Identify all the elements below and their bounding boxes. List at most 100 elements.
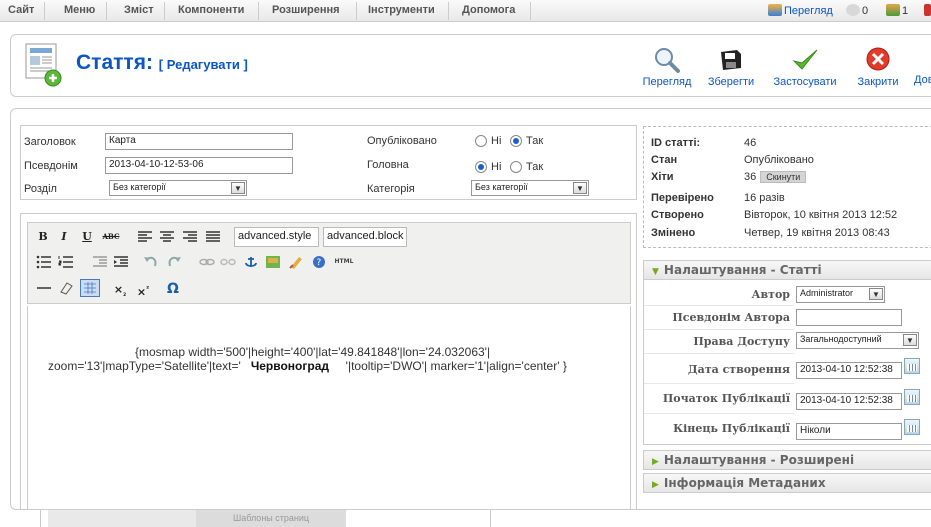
align-right-icon[interactable] [182, 230, 198, 244]
align-justify-icon[interactable] [205, 230, 221, 244]
preview-site-link[interactable]: Перегляд [768, 4, 833, 17]
users-count[interactable]: 1 [886, 4, 908, 17]
published-yes-radio[interactable]: Так [510, 135, 543, 147]
access-select-value: Загальнодоступний [800, 334, 882, 344]
author-select[interactable]: Administrator ▼ [796, 286, 885, 303]
users-icon [886, 4, 900, 16]
frontpage-yes-radio[interactable]: Так [510, 161, 543, 173]
subscript-button[interactable]: ×₂ [113, 281, 127, 299]
menu-components[interactable]: Компоненти [178, 4, 244, 16]
anchor-icon[interactable] [243, 255, 259, 269]
link-icon[interactable] [199, 255, 215, 269]
state-label: Стан [651, 154, 678, 166]
logout-icon[interactable] [924, 4, 931, 17]
outdent-icon[interactable] [92, 255, 108, 269]
divider [644, 413, 794, 414]
help-button[interactable]: Довідка [914, 46, 931, 86]
editor-text-segment: zoom='13'|mapType='Satellite'|text=' [48, 359, 241, 373]
article-params-header[interactable]: ▼ Налаштування - Статті [643, 260, 931, 280]
title-label: Заголовок [24, 136, 76, 148]
triangle-right-icon: ▶ [652, 457, 659, 467]
menu-extensions[interactable]: Розширення [272, 4, 340, 16]
preview-site-label: Перегляд [784, 5, 833, 17]
cleanup-icon[interactable] [288, 255, 304, 269]
horizontal-rule-icon[interactable] [36, 281, 52, 295]
alias-input[interactable]: 2013-04-10-12-53-06 [105, 157, 293, 174]
superscript-button[interactable]: ×² [136, 280, 150, 299]
save-button-label: Зберегти [707, 76, 755, 88]
block-format-select[interactable]: advanced.block [323, 227, 407, 247]
editor-text-line: {mosmap width='500'|height='400'|lat='49… [135, 345, 491, 359]
apply-button[interactable]: Застосувати [768, 46, 842, 88]
section-select[interactable]: Без категорії ▼ [109, 180, 247, 196]
style-select[interactable]: advanced.style [234, 227, 319, 247]
image-icon[interactable] [265, 255, 281, 269]
hits-value: 36 [744, 171, 757, 183]
special-char-button[interactable]: Ω [165, 280, 181, 298]
metadata-title: Інформація Метаданих [663, 476, 826, 490]
messages-count[interactable]: 0 [846, 4, 868, 17]
calendar-icon[interactable] [904, 419, 920, 435]
italic-button[interactable]: I [57, 228, 71, 246]
menu-separator [44, 2, 45, 20]
author-select-value: Administrator [800, 288, 854, 298]
editor-text-segment: '|tooltip='DWO'| marker='1'|align='cente… [345, 359, 567, 373]
underline-button[interactable]: U [80, 228, 94, 246]
metadata-header[interactable]: ▶ Інформація Метаданих [643, 473, 931, 493]
menu-tools[interactable]: Інструменти [368, 4, 435, 16]
section-select-value: Без категорії [113, 182, 166, 192]
article-params-title: Налаштування - Статті [663, 263, 822, 277]
redo-icon[interactable] [166, 255, 182, 269]
numbered-list-icon[interactable] [58, 255, 74, 269]
close-button-label: Закрити [857, 76, 899, 88]
divider [490, 510, 491, 527]
frontpage-no-radio[interactable]: Ні [475, 161, 501, 173]
visual-aid-icon[interactable] [80, 279, 100, 297]
published-no-radio[interactable]: Ні [475, 135, 501, 147]
bullet-list-icon[interactable] [36, 255, 52, 269]
title-input[interactable]: Карта [105, 133, 293, 150]
unlink-icon[interactable] [220, 255, 236, 269]
advanced-params-header[interactable]: ▶ Налаштування - Розширені [643, 450, 931, 470]
menu-separator [164, 2, 165, 20]
created-label: Створено [651, 209, 704, 221]
author-alias-input[interactable] [796, 309, 902, 326]
menu-site[interactable]: Сайт [8, 4, 34, 16]
help-icon [914, 46, 931, 74]
align-center-icon[interactable] [159, 230, 175, 244]
publish-up-input[interactable]: 2013-04-10 12:52:38 [796, 393, 902, 410]
close-button[interactable]: Закрити [855, 46, 901, 88]
editor-content-area[interactable] [27, 306, 631, 510]
menu-content[interactable]: Зміст [124, 4, 154, 16]
editor-text-bold: Червоноград [250, 359, 329, 373]
strikethrough-button[interactable]: ABC [101, 228, 121, 246]
help-icon[interactable]: ? [311, 255, 327, 269]
menu-help[interactable]: Допомога [462, 4, 515, 16]
preview-button[interactable]: Перегляд [642, 46, 692, 88]
radio-label: Ні [491, 135, 502, 147]
access-select[interactable]: Загальнодоступний ▼ [796, 332, 919, 349]
help-button-label: Довідка [914, 74, 931, 86]
undo-icon[interactable] [143, 255, 159, 269]
bold-button[interactable]: B [36, 228, 50, 246]
indent-icon[interactable] [113, 255, 129, 269]
category-label: Категорія [367, 183, 415, 195]
chevron-down-icon: ▼ [231, 182, 245, 194]
reset-hits-button[interactable]: Скинути [760, 171, 807, 183]
divider [644, 383, 794, 384]
created-date-input[interactable]: 2013-04-10 12:52:38 [796, 362, 902, 379]
menu-separator [530, 2, 531, 20]
alias-label: Псевдонім [24, 160, 78, 172]
html-source-button[interactable]: HTML [331, 253, 357, 271]
bottom-block [48, 510, 196, 527]
menu-menus[interactable]: Меню [64, 4, 95, 16]
save-button[interactable]: Зберегти [705, 46, 757, 88]
menu-separator [106, 2, 107, 20]
calendar-icon[interactable] [904, 389, 920, 405]
calendar-icon[interactable] [904, 358, 920, 374]
publish-down-input[interactable]: Ніколи [796, 423, 902, 440]
floppy-disk-icon [721, 50, 741, 70]
align-left-icon[interactable] [137, 230, 153, 244]
remove-format-icon[interactable] [58, 281, 74, 295]
category-select[interactable]: Без категорії ▼ [471, 180, 589, 196]
